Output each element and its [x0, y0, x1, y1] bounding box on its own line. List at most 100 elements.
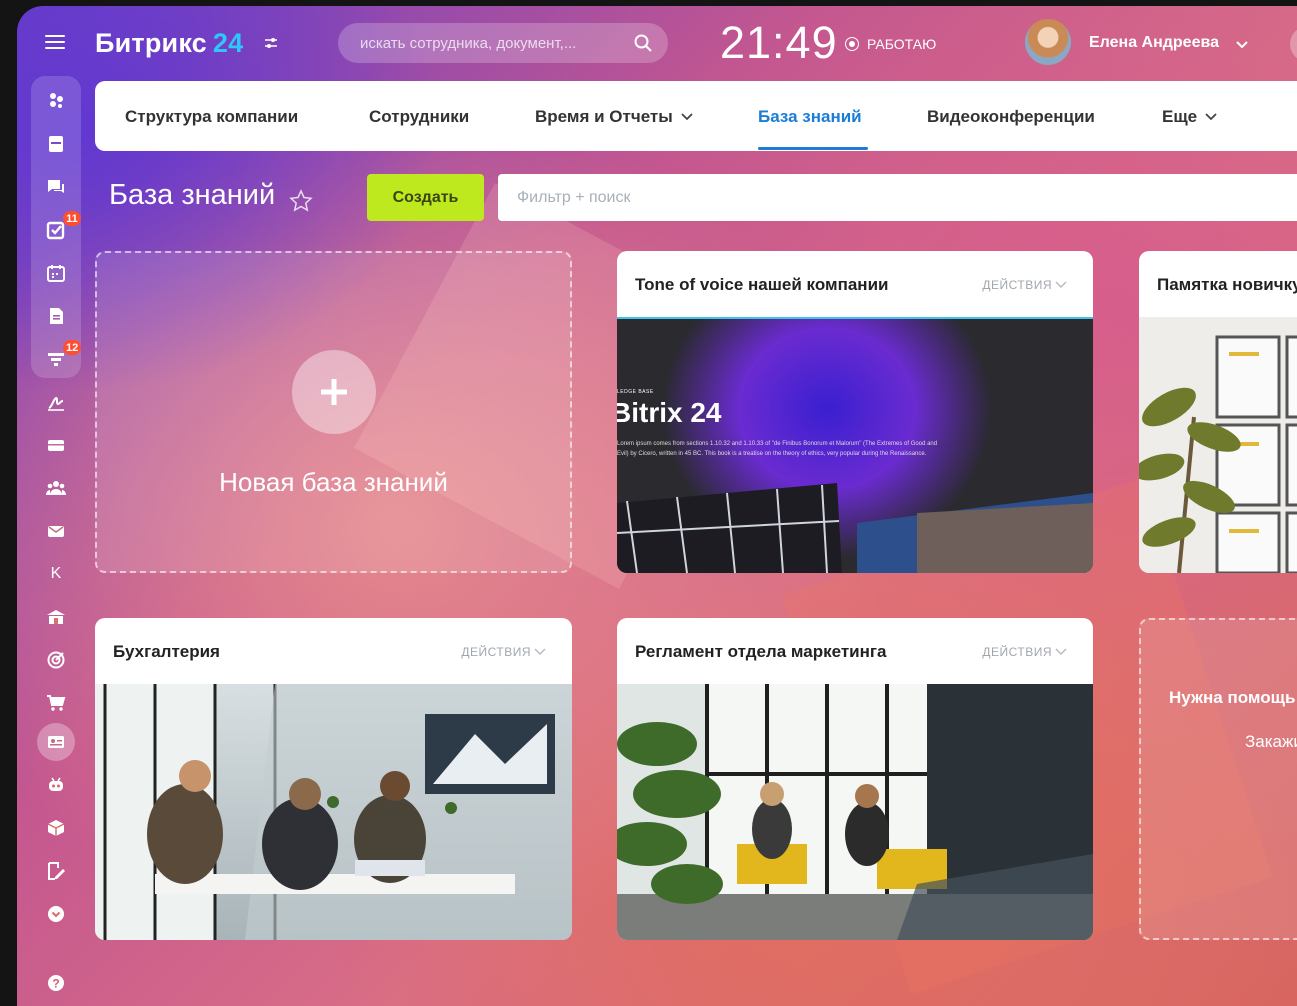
sidebar-item-schedule[interactable]: [45, 262, 67, 284]
chevron-down-icon: [1055, 281, 1067, 288]
note-icon: [49, 136, 63, 152]
card-title[interactable]: Tone of voice нашей компании: [635, 275, 888, 295]
sidebar-item-mail[interactable]: [45, 520, 67, 542]
users-icon: [46, 481, 66, 495]
menu-icon[interactable]: [45, 35, 65, 49]
signature-icon: [48, 396, 64, 411]
sidebar-item-sign[interactable]: [45, 391, 67, 413]
chevron-down-circle-icon: [48, 906, 64, 922]
filter-search-input[interactable]: Фильтр + поиск: [498, 174, 1297, 221]
knowledge-base-card[interactable]: Бухгалтерия ДЕЙСТВИЯ: [95, 618, 572, 940]
user-name[interactable]: Елена Андреева: [1089, 34, 1219, 52]
new-knowledge-base-card[interactable]: Новая база знаний: [95, 251, 572, 573]
knowledge-base-card[interactable]: Памятка новичку: [1139, 251, 1297, 573]
tab-video-conferences[interactable]: Видеоконференции: [927, 107, 1095, 127]
tab-time-reports[interactable]: Время и Отчеты: [535, 107, 693, 127]
sidebar-item-shop[interactable]: [45, 692, 67, 714]
sidebar-item-employees[interactable]: [45, 477, 67, 499]
active-tab-indicator: [758, 147, 868, 150]
sidebar-item-company[interactable]: [45, 606, 67, 628]
avatar[interactable]: [1025, 19, 1071, 65]
tab-employees[interactable]: Сотрудники: [369, 107, 469, 127]
card-actions[interactable]: ДЕЙСТВИЯ: [461, 645, 546, 659]
card-cover-image: [1139, 317, 1297, 573]
star-icon[interactable]: [289, 189, 313, 213]
target-icon: [47, 651, 65, 669]
sidebar-item-drive[interactable]: [45, 434, 67, 456]
plant-frames-illustration: [1139, 335, 1297, 573]
sidebar-item-goals[interactable]: [45, 649, 67, 671]
knowledge-base-card[interactable]: Регламент отдела маркетинга ДЕЙСТВИЯ: [617, 618, 1093, 940]
cart-icon: [47, 695, 66, 711]
sidebar-item-knowledge[interactable]: [45, 731, 67, 753]
plus-button[interactable]: [292, 350, 376, 434]
tab-more[interactable]: Еще: [1162, 107, 1217, 127]
sidebar-item-feed[interactable]: [45, 90, 67, 112]
feed-counter-badge: 12: [63, 340, 82, 355]
calendar-icon: [47, 265, 65, 282]
cover-kicker: LEDGE BASE: [617, 389, 654, 395]
card-actions[interactable]: ДЕЙСТВИЯ: [982, 645, 1067, 659]
office-lounge-illustration: [617, 684, 1093, 940]
create-button[interactable]: Создать: [367, 174, 484, 221]
logo[interactable]: Битрикс 24: [95, 28, 243, 59]
edit-icon: [48, 862, 65, 880]
tasks-counter-badge: 11: [63, 211, 81, 226]
sidebar-item-market[interactable]: [45, 817, 67, 839]
new-knowledge-base-label: Новая база знаний: [219, 467, 448, 497]
search-icon[interactable]: [634, 34, 652, 52]
document-icon: [50, 308, 63, 324]
card-actions[interactable]: ДЕЙСТВИЯ: [982, 278, 1067, 292]
sidebar-item-calendar[interactable]: [45, 133, 67, 155]
bank-icon: [47, 610, 65, 624]
help-button[interactable]: ?: [45, 972, 67, 994]
office-meeting-illustration: [95, 684, 572, 940]
knowledge-base-card[interactable]: Tone of voice нашей компании ДЕЙСТВИЯ LE…: [617, 251, 1093, 573]
tab-knowledge-base[interactable]: База знаний: [758, 107, 862, 127]
tab-company-structure[interactable]: Структура компании: [125, 107, 298, 127]
id-card-icon: [48, 736, 64, 748]
help-subtitle[interactable]: Закажите: [1245, 732, 1297, 752]
card-cover-image: [617, 684, 1093, 940]
top-navigation: Структура компании Сотрудники Время и От…: [95, 81, 1297, 151]
card-title[interactable]: Бухгалтерия: [113, 642, 220, 662]
cover-headline: Bitrix 24: [617, 397, 722, 428]
card-cover-image: LEDGE BASE Bitrix 24 Lorem ipsum comes f…: [617, 317, 1093, 573]
card-title[interactable]: Регламент отдела маркетинга: [635, 642, 886, 662]
mail-icon: [48, 526, 64, 537]
chevron-down-icon: [681, 113, 693, 121]
checkbox-icon: [46, 221, 65, 240]
box-icon: [47, 820, 65, 836]
card-title[interactable]: Памятка новичку: [1157, 275, 1297, 295]
work-status[interactable]: РАБОТАЮ: [845, 36, 936, 52]
clock: 21:49: [720, 17, 838, 68]
sidebar-item-edit[interactable]: [45, 860, 67, 882]
drive-icon: [48, 440, 64, 451]
header-action-button[interactable]: [1290, 26, 1297, 62]
chat-icon: [48, 180, 64, 193]
page-title: База знаний: [109, 179, 276, 211]
sidebar-item-bots[interactable]: [45, 774, 67, 796]
help-title: Нужна помощь: [1169, 688, 1296, 707]
plus-icon: [321, 379, 347, 405]
app-window: Битрикс 24 искать сотрудника, документ,..…: [17, 6, 1297, 1006]
card-cover-image: [95, 684, 572, 940]
sidebar-more-button[interactable]: [45, 903, 67, 925]
glass-roof-illustration: [617, 483, 1093, 573]
help-card[interactable]: Нужна помощь Закажите: [1139, 618, 1297, 940]
svg-text:?: ?: [52, 977, 59, 991]
bubbles-icon: [50, 93, 63, 108]
chevron-down-icon: [534, 648, 546, 655]
chevron-down-icon: [1205, 113, 1217, 121]
settings-toggle-icon[interactable]: [263, 36, 279, 50]
cover-body: Lorem ipsum comes from sections 1.10.32 …: [617, 441, 938, 457]
robot-icon: [49, 777, 63, 791]
sidebar-item-letter[interactable]: K: [45, 563, 67, 585]
chevron-down-icon: [1055, 648, 1067, 655]
sidebar-item-documents[interactable]: [45, 305, 67, 327]
sidebar-item-chat[interactable]: [45, 176, 67, 198]
search-input[interactable]: искать сотрудника, документ,...: [338, 23, 668, 63]
question-icon: ?: [48, 975, 64, 991]
chevron-down-icon[interactable]: [1236, 41, 1248, 49]
record-icon: [845, 37, 859, 51]
